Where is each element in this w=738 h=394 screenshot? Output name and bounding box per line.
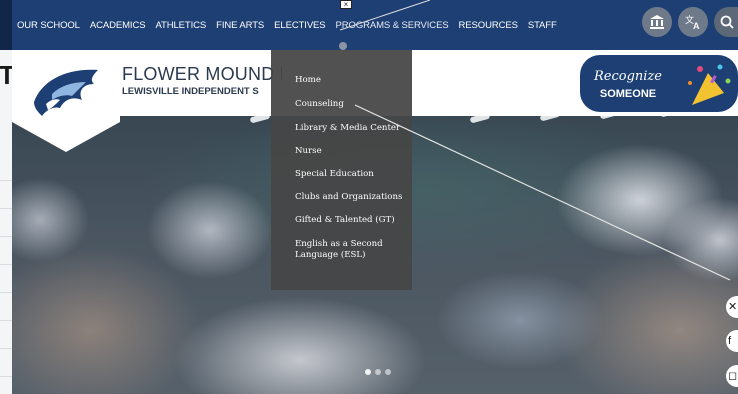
school-name[interactable]: FLOWER MOUND HI [122, 64, 282, 85]
top-navigation-bar: × OUR SCHOOL ACADEMICS ATHLETICS FINE AR… [0, 0, 738, 50]
dropdown-caret-indicator [339, 42, 347, 50]
carousel-dots [365, 369, 391, 375]
nav-utility-icons: 文A [642, 7, 738, 43]
background-page-strip: T [0, 50, 15, 394]
dropdown-item-clubs[interactable]: Clubs and Organizations [295, 192, 407, 203]
nav-resources[interactable]: RESOURCES [454, 20, 523, 31]
nav-fine-arts[interactable]: FINE ARTS [211, 20, 269, 31]
translate-icon[interactable]: 文A [678, 7, 708, 37]
programs-services-dropdown: Home Counseling Library & Media Center N… [271, 50, 412, 290]
main-nav: OUR SCHOOL ACADEMICS ATHLETICS FINE ARTS… [12, 0, 562, 50]
svg-text:A: A [693, 21, 700, 30]
nav-programs-services[interactable]: PROGRAMS & SERVICES [331, 20, 454, 31]
topbar-edge [0, 0, 12, 50]
dropdown-item-gifted-talented[interactable]: Gifted & Talented (GT) [295, 215, 407, 226]
svg-text:SOMEONE: SOMEONE [600, 88, 656, 100]
dropdown-item-home[interactable]: Home [295, 75, 407, 86]
nav-electives[interactable]: ELECTIVES [269, 20, 330, 31]
search-icon[interactable] [714, 7, 738, 37]
dropdown-item-counseling[interactable]: Counseling [295, 99, 407, 110]
carousel-dot[interactable] [365, 369, 371, 375]
nav-staff[interactable]: STAFF [523, 20, 562, 31]
recognize-someone-badge[interactable]: Recognize SOMEONE [580, 55, 738, 112]
svg-text:Recognize: Recognize [593, 69, 662, 84]
school-logo-shield[interactable] [12, 50, 120, 152]
dropdown-item-esl[interactable]: English as a Second Language (ESL) [295, 239, 407, 261]
district-building-icon[interactable] [642, 7, 672, 37]
carousel-dot[interactable] [375, 369, 381, 375]
dropdown-item-nurse[interactable]: Nurse [295, 146, 407, 157]
dropdown-item-library[interactable]: Library & Media Center [295, 123, 407, 134]
carousel-dot[interactable] [385, 369, 391, 375]
dropdown-item-special-education[interactable]: Special Education [295, 169, 407, 180]
nav-academics[interactable]: ACADEMICS [85, 20, 151, 31]
district-name[interactable]: LEWISVILLE INDEPENDENT S [122, 86, 272, 97]
nav-our-school[interactable]: OUR SCHOOL [12, 20, 85, 31]
nav-athletics[interactable]: ATHLETICS [150, 20, 211, 31]
